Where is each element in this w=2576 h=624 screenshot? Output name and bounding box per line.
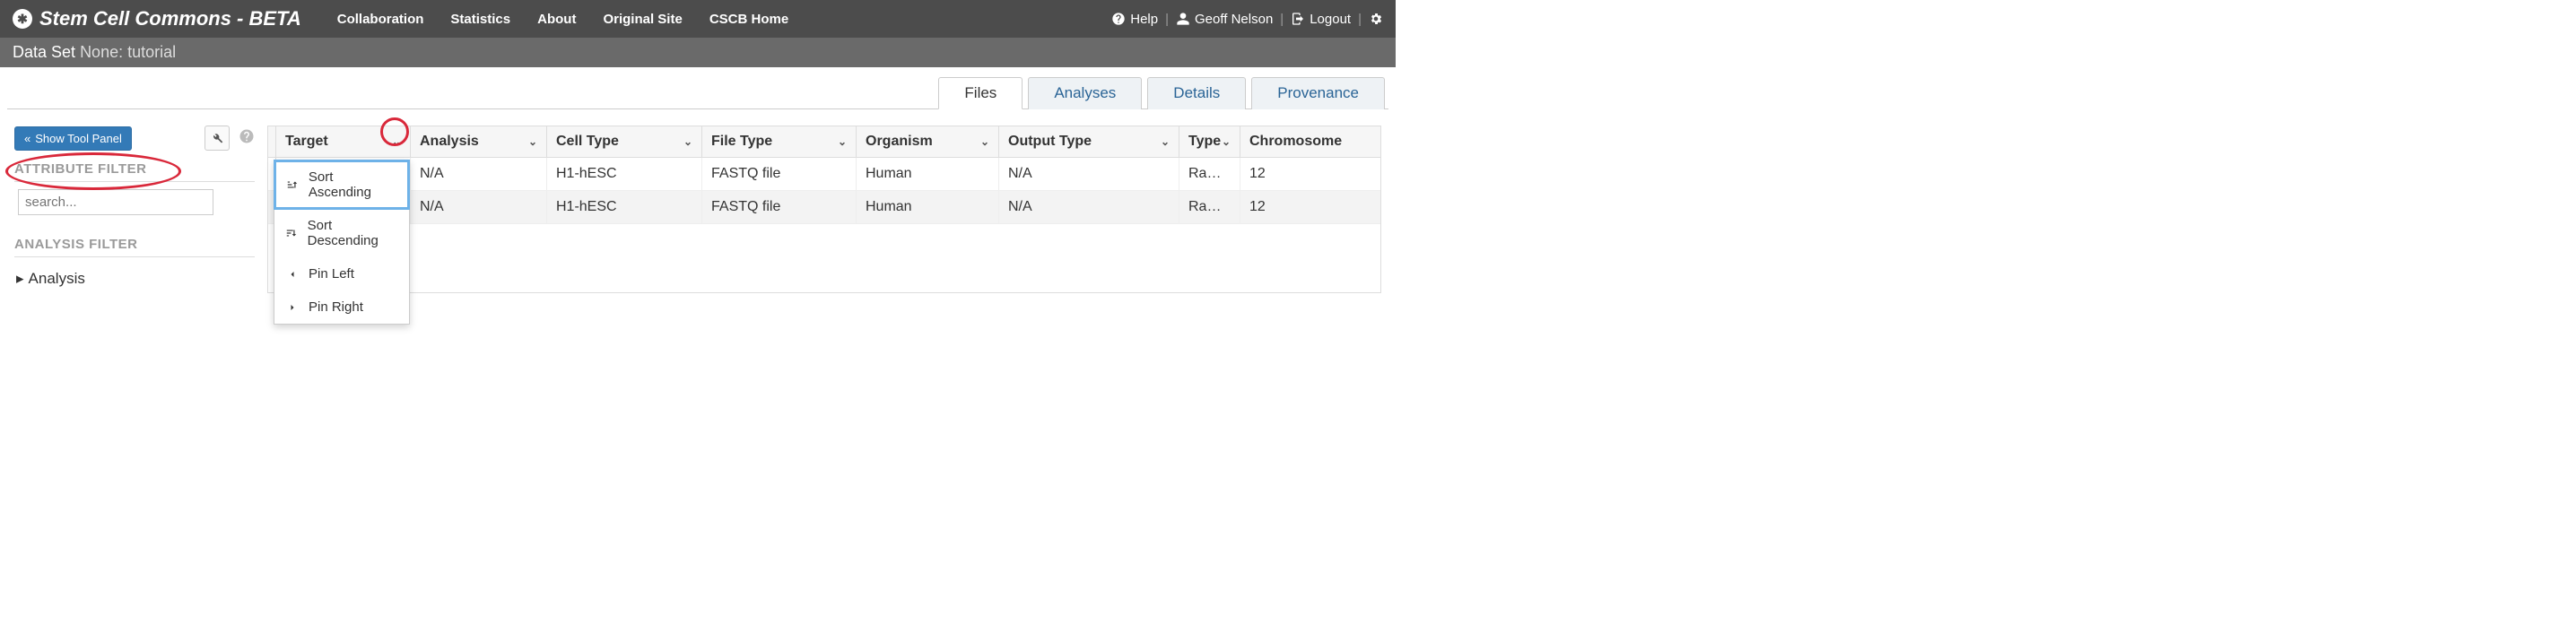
analysis-filter-heading: ANALYSIS FILTER [14, 237, 255, 257]
menu-sort-descending[interactable]: Sort Descending [274, 209, 409, 257]
attribute-filter-heading: ATTRIBUTE FILTER [14, 161, 255, 182]
caret-right-icon: ▸ [16, 270, 24, 288]
wrench-icon [211, 132, 223, 144]
column-header-analysis[interactable]: Analysis⌄ [411, 126, 547, 157]
separator: | [1165, 12, 1169, 27]
gear-icon [1369, 12, 1383, 26]
column-header-organism[interactable]: Organism⌄ [857, 126, 999, 157]
menu-sort-ascending[interactable]: Sort Ascending [274, 160, 409, 209]
cell-filetype: FASTQ file [702, 191, 857, 223]
top-right: Help | Geoff Nelson | Logout | [1111, 12, 1383, 27]
cell-chrom: 12 [1240, 191, 1379, 223]
column-menu: Sort Ascending Sort Descending Pin Left … [274, 160, 410, 325]
nav-original-site[interactable]: Original Site [603, 12, 682, 27]
menu-pin-left[interactable]: Pin Left [274, 257, 409, 290]
help-link[interactable]: Help [1111, 12, 1158, 27]
brand-title: Stem Cell Commons - BETA [39, 7, 301, 30]
chevron-down-icon[interactable]: ⌄ [683, 135, 692, 148]
chevron-down-icon[interactable]: ⌄ [528, 135, 537, 148]
table-row[interactable]: N/A H1-hESC FASTQ file Human N/A Raw D… … [268, 191, 1380, 224]
cell-type: Raw D… [1179, 191, 1240, 223]
column-spacer [268, 126, 276, 157]
tab-details[interactable]: Details [1147, 77, 1246, 109]
topbar: ✱ Stem Cell Commons - BETA Collaboration… [0, 0, 1396, 38]
separator: | [1280, 12, 1284, 27]
cell-chrom: 12 [1240, 158, 1379, 190]
column-header-target[interactable]: Target⌄ [276, 126, 411, 157]
chevron-down-icon[interactable]: ⌄ [1222, 135, 1231, 148]
column-header-chromosome[interactable]: Chromosome [1240, 126, 1379, 157]
main-nav: Collaboration Statistics About Original … [337, 12, 788, 27]
user-link[interactable]: Geoff Nelson [1176, 12, 1273, 27]
data-grid: Target⌄ Analysis⌄ Cell Type⌄ File Type⌄ … [267, 126, 1381, 293]
column-header-filetype[interactable]: File Type⌄ [702, 126, 857, 157]
column-header-celltype[interactable]: Cell Type⌄ [547, 126, 702, 157]
settings-link[interactable] [1369, 12, 1383, 26]
cell-output: N/A [999, 158, 1179, 190]
analysis-filter-item[interactable]: ▸ Analysis [14, 264, 255, 293]
cell-analysis: N/A [411, 191, 547, 223]
cell-organism: Human [857, 158, 999, 190]
search-input[interactable] [18, 189, 213, 215]
tab-analyses[interactable]: Analyses [1028, 77, 1142, 109]
chevron-down-icon[interactable]: ⌄ [980, 135, 989, 148]
chevron-down-icon[interactable]: ⌄ [838, 135, 847, 148]
chevron-right-icon [285, 302, 300, 313]
sort-asc-icon [285, 178, 300, 191]
brand[interactable]: ✱ Stem Cell Commons - BETA [13, 7, 301, 30]
help-circle-icon[interactable] [239, 128, 255, 149]
cell-type: Raw D… [1179, 158, 1240, 190]
grid-header-row: Target⌄ Analysis⌄ Cell Type⌄ File Type⌄ … [268, 126, 1380, 158]
menu-pin-right[interactable]: Pin Right [274, 290, 409, 324]
user-icon [1176, 12, 1190, 26]
chevron-left-icon [285, 269, 300, 280]
nav-statistics[interactable]: Statistics [450, 12, 510, 27]
cell-filetype: FASTQ file [702, 158, 857, 190]
flame-icon: ✱ [13, 9, 32, 29]
nav-cscb-home[interactable]: CSCB Home [709, 12, 788, 27]
sort-desc-icon [285, 227, 299, 239]
column-header-output[interactable]: Output Type⌄ [999, 126, 1179, 157]
cell-celltype: H1-hESC [547, 158, 702, 190]
sidebar: « Show Tool Panel ATTRIBUTE FILTER ANALY… [14, 126, 255, 293]
logout-icon [1291, 12, 1305, 26]
nav-collaboration[interactable]: Collaboration [337, 12, 424, 27]
tabstrip: Files Analyses Details Provenance [7, 67, 1388, 109]
subheader-value: None: tutorial [80, 43, 176, 61]
column-header-type[interactable]: Type⌄ [1179, 126, 1240, 157]
help-icon [1111, 12, 1126, 26]
chevron-down-icon[interactable]: ⌄ [1161, 135, 1170, 148]
tab-provenance[interactable]: Provenance [1251, 77, 1385, 109]
cell-output: N/A [999, 191, 1179, 223]
logout-link[interactable]: Logout [1291, 12, 1351, 27]
cell-analysis: N/A [411, 158, 547, 190]
subheader-label: Data Set [13, 43, 75, 61]
table-row[interactable]: N/A H1-hESC FASTQ file Human N/A Raw D… … [268, 158, 1380, 191]
cell-celltype: H1-hESC [547, 191, 702, 223]
cell-organism: Human [857, 191, 999, 223]
separator: | [1358, 12, 1362, 27]
subheader: Data Set None: tutorial [0, 38, 1396, 67]
wrench-button[interactable] [205, 126, 230, 151]
nav-about[interactable]: About [537, 12, 576, 27]
chevron-left-double-icon: « [24, 132, 30, 145]
show-tool-panel-button[interactable]: « Show Tool Panel [14, 126, 132, 151]
chevron-down-icon[interactable]: ⌄ [392, 135, 401, 148]
tab-files[interactable]: Files [938, 77, 1023, 109]
